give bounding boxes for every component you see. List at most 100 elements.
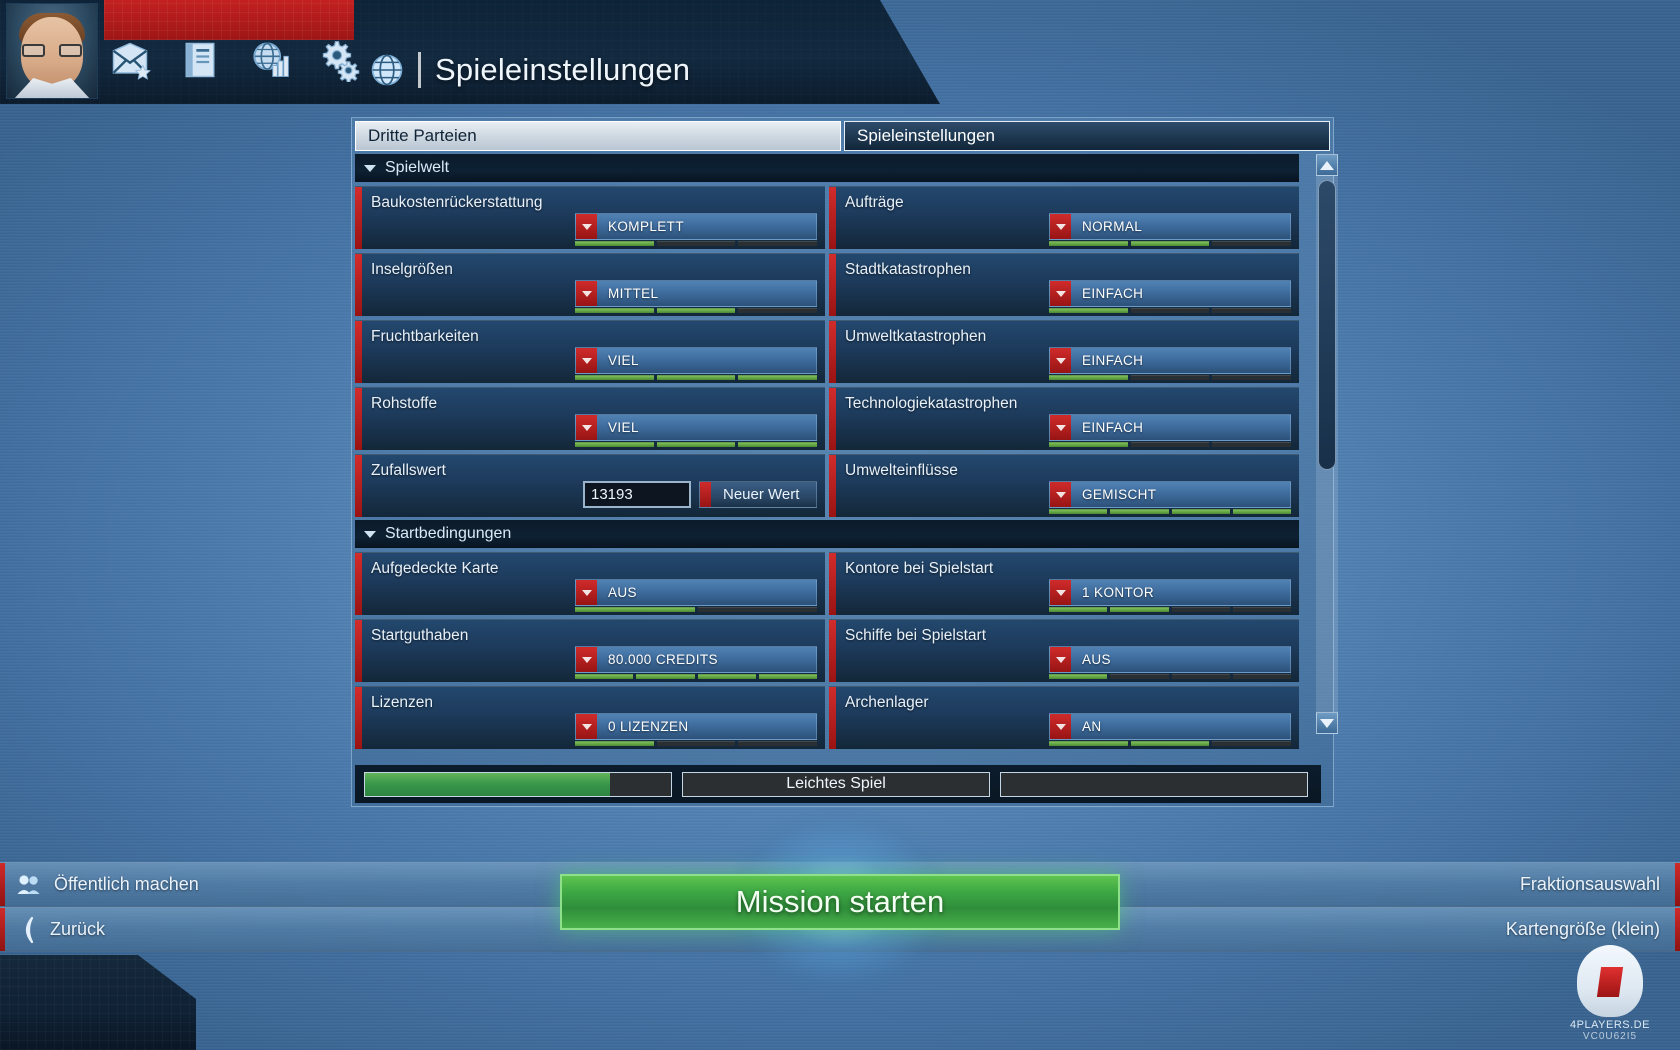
row-accent (829, 553, 836, 615)
row-accent (829, 388, 836, 450)
dropdown-arrow-icon (576, 714, 597, 739)
setting-fruchtbarkeiten: Fruchtbarkeiten VIEL (355, 320, 825, 383)
setting-value: KOMPLETT (608, 219, 684, 234)
setting-dropdown[interactable]: 1 KONTOR (1049, 579, 1291, 606)
setting-dropdown[interactable]: AN (1049, 713, 1291, 740)
globe-stats-icon[interactable] (248, 38, 292, 82)
top-bar-accent (104, 0, 354, 40)
faction-select-button[interactable]: Fraktionsauswahl (1520, 874, 1680, 895)
title-divider (418, 52, 421, 88)
tab-dritte-parteien[interactable]: Dritte Parteien (355, 121, 841, 151)
setting-level-bar (1049, 741, 1292, 746)
setting-rohstoffe: Rohstoffe VIEL (355, 387, 825, 450)
new-seed-button[interactable]: Neuer Wert (699, 481, 817, 508)
setting-dropdown[interactable]: EINFACH (1049, 414, 1291, 441)
gear-icon[interactable] (318, 38, 362, 82)
corner-tray (0, 955, 196, 1050)
setting-dropdown[interactable]: KOMPLETT (575, 213, 817, 240)
setting-technologiekatastrophen: Technologiekatastrophen EINFACH (829, 387, 1299, 450)
setting-label: Aufträge (845, 194, 904, 211)
setting-dropdown[interactable]: GEMISCHT (1049, 481, 1291, 508)
start-mission-area[interactable]: Mission starten (560, 807, 1120, 997)
settings-row: Baukostenrückerstattung KOMPLETT Aufträg… (355, 186, 1299, 249)
setting-archenlager: Archenlager AN (829, 686, 1299, 749)
tab-bar: Dritte Parteien Spieleinstellungen (355, 121, 1330, 151)
setting-level-bar (575, 308, 818, 313)
page-title-group: Spieleinstellungen (370, 52, 690, 88)
setting-level-bar (1049, 509, 1291, 514)
watermark: 4PLAYERS.DE VC0U62I5 (1554, 945, 1666, 1042)
setting-level-bar (575, 442, 818, 447)
section-header-spielwelt[interactable]: Spielwelt (355, 154, 1299, 182)
avatar[interactable] (6, 3, 98, 99)
section-header-startbedingungen[interactable]: Startbedingungen (355, 520, 1299, 548)
scroll-down-button[interactable] (1316, 712, 1338, 734)
setting-value: AUS (1082, 652, 1111, 667)
setting-dropdown[interactable]: NORMAL (1049, 213, 1291, 240)
setting-dropdown[interactable]: MITTEL (575, 280, 817, 307)
chevron-left-icon (25, 916, 34, 943)
setting-umwelteinfluesse: Umwelteinflüsse GEMISCHT (829, 454, 1299, 517)
book-icon[interactable] (178, 38, 222, 82)
setting-label: Kontore bei Spielstart (845, 560, 994, 577)
setting-dropdown[interactable]: EINFACH (1049, 280, 1291, 307)
row-accent (355, 620, 362, 682)
setting-dropdown[interactable]: EINFACH (1049, 347, 1291, 374)
row-accent (355, 187, 362, 249)
setting-inselgroessen: Inselgrößen MITTEL (355, 253, 825, 316)
setting-value: EINFACH (1082, 353, 1144, 368)
new-seed-label: Neuer Wert (723, 486, 800, 503)
setting-dropdown[interactable]: VIEL (575, 347, 817, 374)
game-settings-screen: Spieleinstellungen Dritte Parteien Spiel… (0, 0, 1680, 1050)
settings-row: Lizenzen 0 LIZENZEN Archenlager AN (355, 686, 1299, 749)
row-accent (355, 687, 362, 749)
faction-select-label: Fraktionsauswahl (1519, 874, 1660, 894)
section-title: Spielwelt (385, 159, 450, 176)
setting-startguthaben: Startguthaben 80.000 CREDITS (355, 619, 825, 682)
chevron-down-icon (364, 164, 376, 172)
setting-level-bar (1049, 442, 1292, 447)
row-accent (355, 388, 362, 450)
make-public-button[interactable]: Öffentlich machen (0, 872, 199, 898)
setting-dropdown[interactable]: AUS (575, 579, 817, 606)
row-accent (355, 553, 362, 615)
page-title: Spieleinstellungen (435, 52, 691, 87)
map-size-button[interactable]: Kartengröße (klein) (1506, 919, 1680, 940)
setting-level-bar (1049, 241, 1292, 246)
setting-label: Umwelteinflüsse (845, 462, 958, 479)
map-size-label: Kartengröße (klein) (1505, 919, 1660, 939)
row-accent (829, 254, 836, 316)
setting-dropdown[interactable]: AUS (1049, 646, 1291, 673)
scrollbar[interactable] (1316, 154, 1338, 734)
settings-row: Startguthaben 80.000 CREDITS Schiffe bei… (355, 619, 1299, 682)
setting-baukostenrueckerstattung: Baukostenrückerstattung KOMPLETT (355, 186, 825, 249)
back-button[interactable]: Zurück (0, 916, 105, 944)
seed-input[interactable] (583, 481, 691, 508)
setting-label: Baukostenrückerstattung (371, 194, 543, 211)
setting-dropdown[interactable]: 0 LIZENZEN (575, 713, 817, 740)
scroll-up-button[interactable] (1316, 154, 1338, 176)
dropdown-arrow-icon (1050, 647, 1071, 672)
dropdown-arrow-icon (576, 214, 597, 239)
dropdown-arrow-icon (576, 348, 597, 373)
settings-panel: Dritte Parteien Spieleinstellungen Spiel… (351, 117, 1338, 807)
setting-label: Zufallswert (371, 462, 446, 479)
start-mission-button[interactable]: Mission starten (560, 874, 1120, 930)
tab-spieleinstellungen[interactable]: Spieleinstellungen (844, 121, 1330, 151)
row-accent (355, 455, 362, 517)
scrollbar-thumb[interactable] (1318, 180, 1336, 470)
setting-value: VIEL (608, 353, 639, 368)
row-accent (829, 620, 836, 682)
setting-dropdown[interactable]: 80.000 CREDITS (575, 646, 817, 673)
mail-icon[interactable] (108, 38, 152, 82)
make-public-label: Öffentlich machen (54, 874, 199, 894)
setting-lizenzen: Lizenzen 0 LIZENZEN (355, 686, 825, 749)
dropdown-arrow-icon (1050, 214, 1071, 239)
dropdown-arrow-icon (1050, 580, 1071, 605)
button-accent (700, 482, 711, 507)
section-title: Startbedingungen (385, 525, 512, 542)
dropdown-arrow-icon (1050, 281, 1071, 306)
setting-dropdown[interactable]: VIEL (575, 414, 817, 441)
people-icon (17, 874, 40, 894)
settings-row: Inselgrößen MITTEL Stadtkatastrophen EIN… (355, 253, 1299, 316)
